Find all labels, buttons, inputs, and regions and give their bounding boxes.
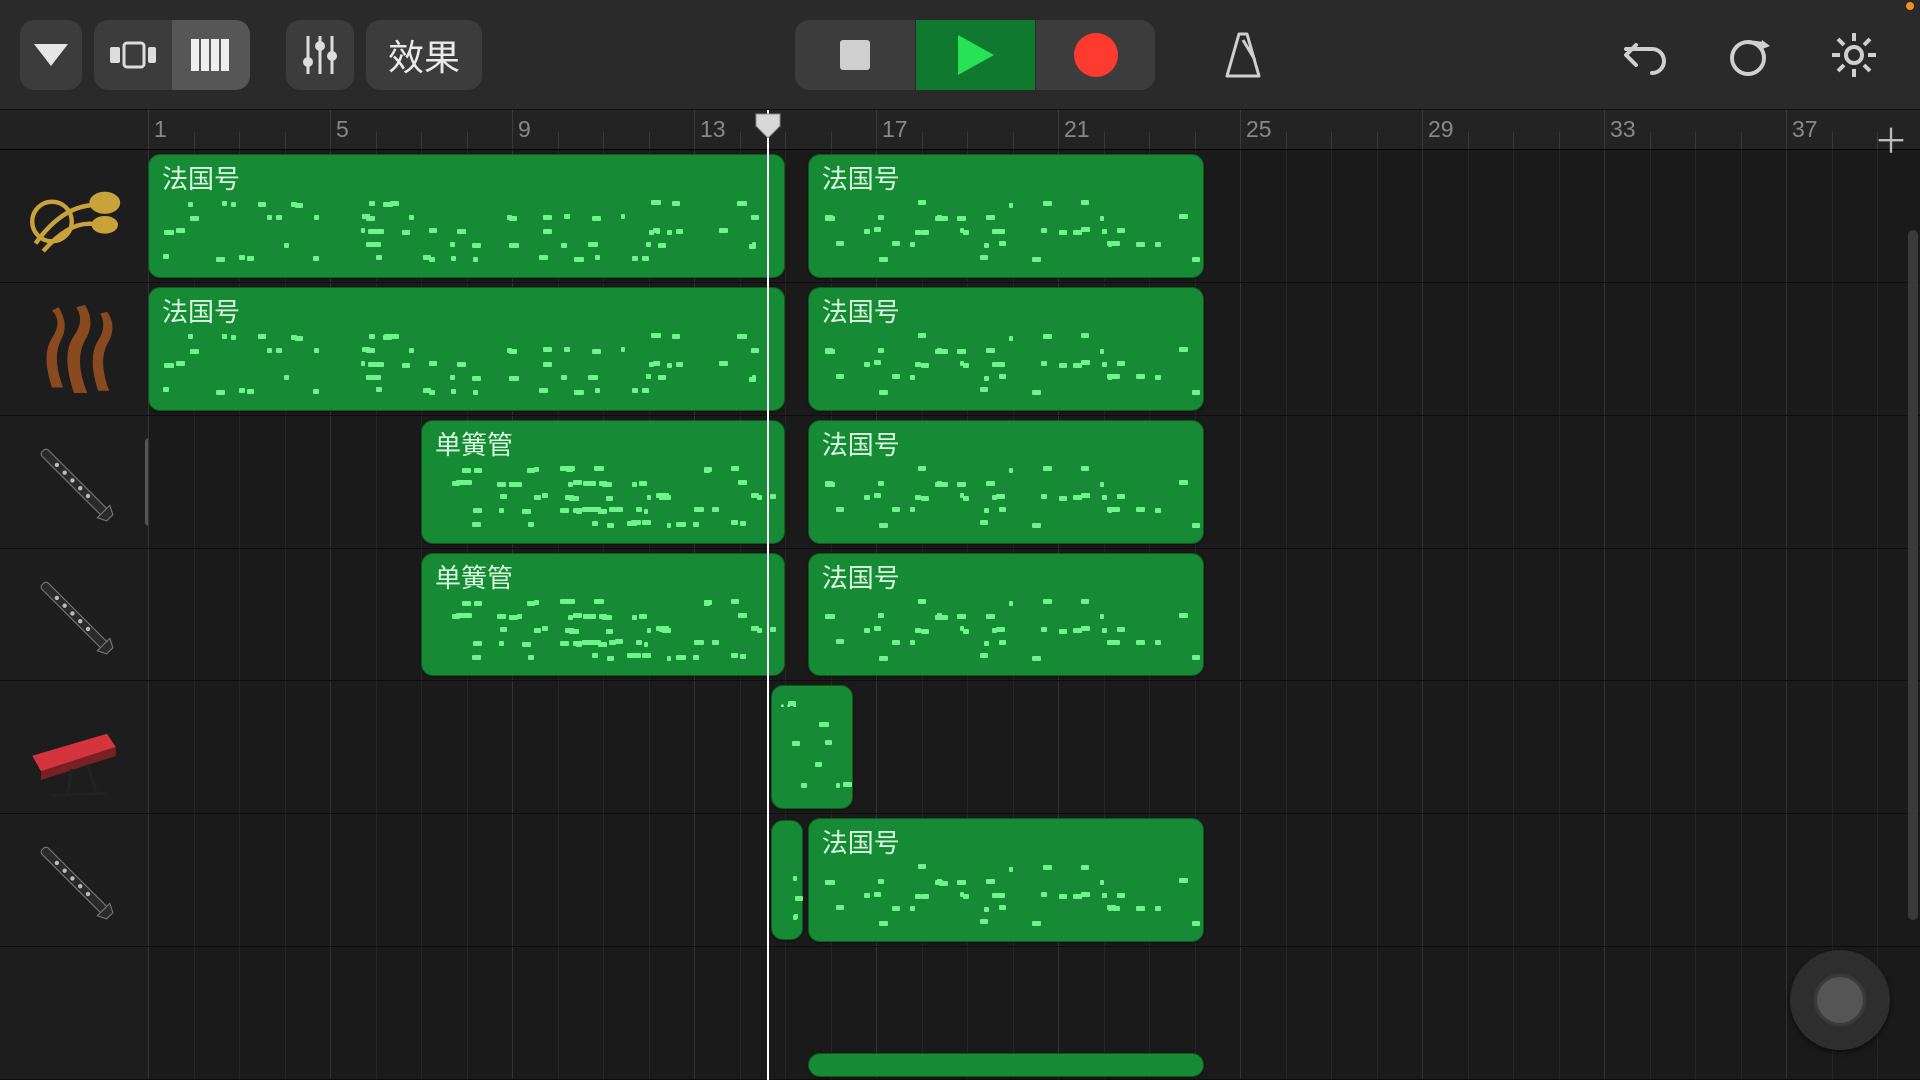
midi-region[interactable]: 法国号	[808, 553, 1204, 677]
midi-region[interactable]: 法国号	[808, 287, 1204, 411]
region-label: 法国号	[822, 425, 900, 462]
quick-record-inner	[1814, 974, 1866, 1026]
transport-controls	[795, 20, 1155, 90]
strings-icon	[19, 294, 129, 404]
piano-roll-view-button[interactable]	[172, 20, 250, 90]
region-label: 法国号	[162, 292, 240, 329]
track-row[interactable]: 法国号	[148, 814, 1920, 947]
metronome-button[interactable]	[1199, 20, 1287, 90]
midi-region[interactable]: 单簧管	[421, 420, 785, 544]
midi-region[interactable]	[808, 1053, 1204, 1077]
track-header[interactable]	[0, 150, 148, 283]
ruler-bar-label: 37	[1792, 116, 1818, 143]
ruler-bar-label: 21	[1064, 116, 1090, 143]
midi-region[interactable]: 单簧管	[421, 553, 785, 677]
track-row[interactable]: 单簧管 法国号	[148, 549, 1920, 682]
status-indicator-dot	[1906, 2, 1914, 10]
play-button[interactable]	[915, 20, 1035, 90]
tracks-view-button[interactable]	[94, 20, 172, 90]
clarinet-icon	[19, 825, 129, 935]
quick-record-button[interactable]	[1790, 950, 1890, 1050]
midi-region[interactable]: 法国号	[148, 287, 785, 411]
region-label: 法国号	[822, 292, 900, 329]
stop-button[interactable]	[795, 20, 915, 90]
midi-region[interactable]: 法国号	[808, 818, 1204, 942]
region-label: 法国号	[162, 159, 240, 196]
loop-button[interactable]	[1702, 20, 1796, 90]
track-headers	[0, 110, 148, 1080]
track-row[interactable]: 法国号 法国号	[148, 150, 1920, 283]
record-icon	[1074, 33, 1118, 77]
loop-icon	[1724, 32, 1774, 78]
ruler-bar-label: 1	[154, 116, 167, 143]
track-header[interactable]	[0, 416, 148, 549]
track-row[interactable]: 法国号 法国号	[148, 283, 1920, 416]
metronome-icon	[1221, 32, 1265, 78]
region-label: 法国号	[822, 558, 900, 595]
record-button[interactable]	[1035, 20, 1155, 90]
stop-icon	[840, 40, 870, 70]
track-header[interactable]	[0, 283, 148, 416]
region-label: 法国号	[822, 823, 900, 860]
track-header[interactable]	[0, 814, 148, 947]
region-label: 单簧管	[435, 425, 513, 462]
effects-button[interactable]: 效果	[366, 20, 482, 90]
midi-region[interactable]: 法国号	[148, 154, 785, 278]
piano-keys-icon	[191, 39, 231, 71]
ruler-bar-label: 25	[1246, 116, 1272, 143]
track-row[interactable]: ...	[148, 681, 1920, 814]
sliders-icon	[300, 34, 340, 76]
tracks-icon	[110, 40, 156, 70]
ruler-bar-label: 9	[518, 116, 531, 143]
track-row[interactable]	[148, 947, 1920, 1080]
ruler-bar-label: 33	[1610, 116, 1636, 143]
region-label: 单簧管	[435, 558, 513, 595]
keyboard-icon	[19, 692, 129, 802]
view-mode-segmented	[94, 20, 250, 90]
midi-region[interactable]	[771, 820, 803, 940]
track-header[interactable]	[0, 947, 148, 1080]
effects-label: 效果	[388, 29, 460, 81]
song-menu-button[interactable]	[20, 20, 82, 90]
timeline[interactable]: ＋ 15913172125293337 法国号法国号法国号法国号单簧管法国号单簧…	[148, 110, 1920, 1080]
ruler-bar-label: 29	[1428, 116, 1454, 143]
timeline-ruler[interactable]: ＋ 15913172125293337	[148, 110, 1920, 150]
workspace: ＋ 15913172125293337 法国号法国号法国号法国号单簧管法国号单簧…	[0, 110, 1920, 1080]
clarinet-icon	[19, 427, 129, 537]
midi-region[interactable]: ...	[771, 685, 853, 809]
ruler-bar-label: 17	[882, 116, 908, 143]
midi-region[interactable]: 法国号	[808, 154, 1204, 278]
ruler-bar-label: 13	[700, 116, 726, 143]
settings-button[interactable]	[1808, 20, 1900, 90]
undo-icon	[1622, 35, 1668, 75]
ruler-corner	[0, 110, 148, 150]
chevron-down-icon	[34, 44, 68, 66]
vertical-scrollbar[interactable]	[1908, 230, 1918, 920]
track-header[interactable]	[0, 549, 148, 682]
ruler-bar-label: 5	[336, 116, 349, 143]
clarinet-icon	[19, 560, 129, 670]
undo-button[interactable]	[1600, 20, 1690, 90]
midi-region[interactable]: 法国号	[808, 420, 1204, 544]
mixer-button[interactable]	[286, 20, 354, 90]
tracks-area[interactable]: 法国号法国号法国号法国号单簧管法国号单簧管法国号...法国号	[148, 150, 1920, 1080]
gear-icon	[1830, 31, 1878, 79]
region-label: 法国号	[822, 159, 900, 196]
play-icon	[958, 35, 994, 75]
brass-icon	[19, 161, 129, 271]
toolbar: 效果	[0, 0, 1920, 110]
track-header[interactable]	[0, 681, 148, 814]
track-row[interactable]: 单簧管 法国号	[148, 416, 1920, 549]
